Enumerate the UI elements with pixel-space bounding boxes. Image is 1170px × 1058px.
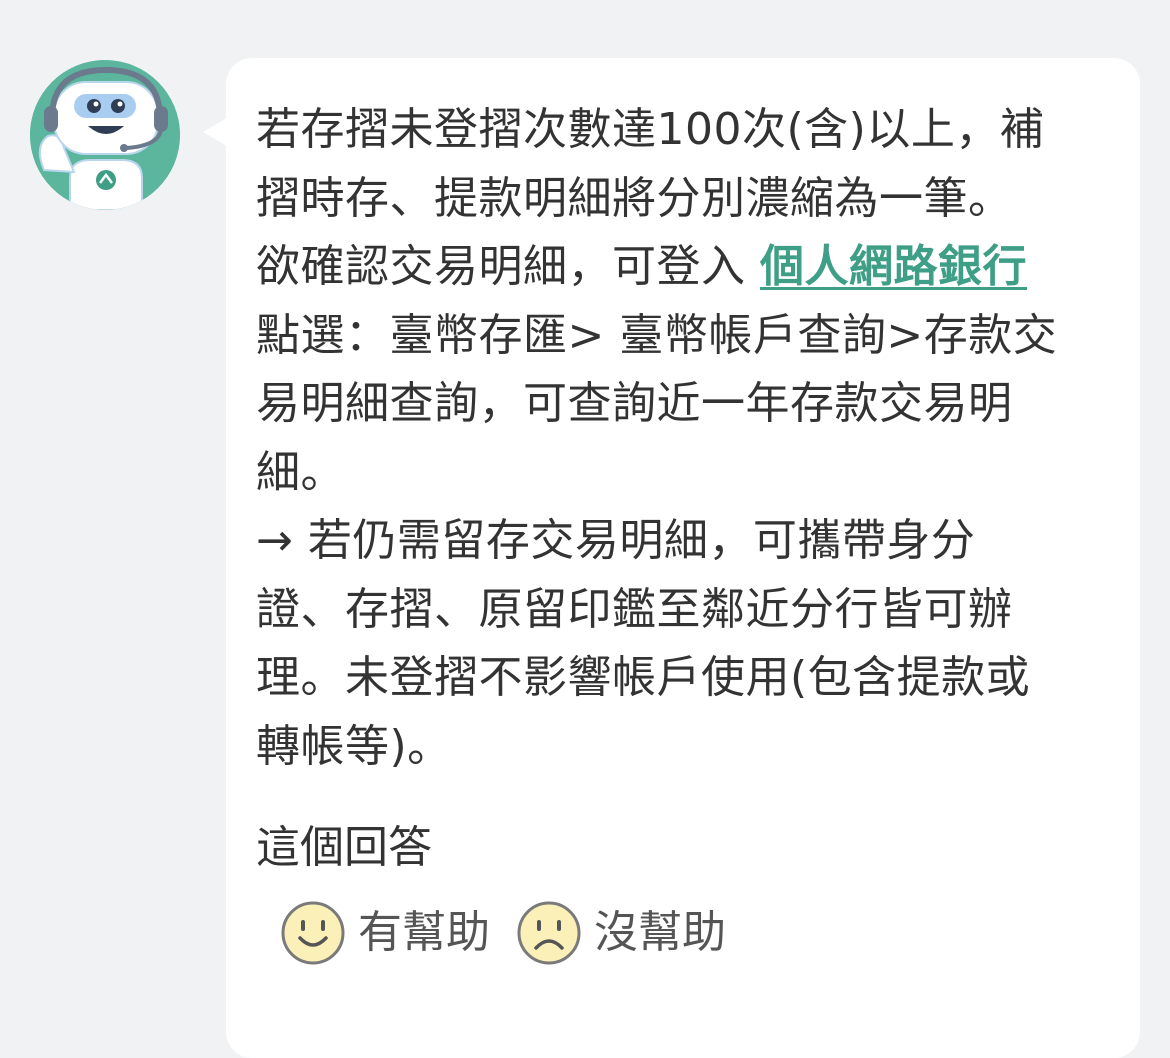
message-line-9: 理。未登摺不影響帳戶使用(包含提款或: [256, 652, 1031, 703]
message-line-3-text: 欲確認交易明細，可登入: [256, 241, 760, 292]
message-line-10: 轉帳等)。: [256, 720, 452, 772]
helpful-label: 有幫助: [358, 907, 490, 958]
bot-avatar: [30, 60, 180, 210]
message-line-3: 欲確認交易明細，可登入 個人網路銀行: [256, 233, 1116, 302]
message-line-4: 點選：臺幣存匯> 臺幣帳戶查詢>存款交: [256, 309, 1058, 361]
not-helpful-button[interactable]: 沒幫助: [516, 900, 726, 966]
feedback-options: 有幫助 沒幫助: [280, 898, 752, 968]
bubble-tail: [203, 118, 227, 146]
message-line-6: 細。: [256, 446, 345, 498]
message-line-1: 若存摺未登摺次數達100次(含)以上，補: [256, 104, 1045, 155]
frown-face-icon: [517, 901, 581, 965]
message-line-8: 證、存摺、原留印鑑至鄰近分行皆可辦: [256, 583, 1013, 635]
message-line-2: 摺時存、提款明細將分別濃縮為一筆。: [256, 172, 1013, 224]
not-helpful-label: 沒幫助: [594, 907, 726, 958]
message-line-7: → 若仍需留存交易明細，可攜帶身分: [256, 515, 976, 566]
robot-assistant-icon: [30, 60, 180, 210]
feedback-title: 這個回答: [256, 822, 432, 873]
smile-face-icon: [281, 901, 345, 965]
bot-message: 若存摺未登摺次數達100次(含)以上，補 摺時存、提款明細將分別濃縮為一筆。 欲…: [256, 96, 1116, 781]
helpful-button[interactable]: 有幫助: [280, 900, 490, 966]
message-line-5: 易明細查詢，可查詢近一年存款交易明: [256, 378, 1013, 429]
personal-ebank-link[interactable]: 個人網路銀行: [760, 241, 1027, 292]
